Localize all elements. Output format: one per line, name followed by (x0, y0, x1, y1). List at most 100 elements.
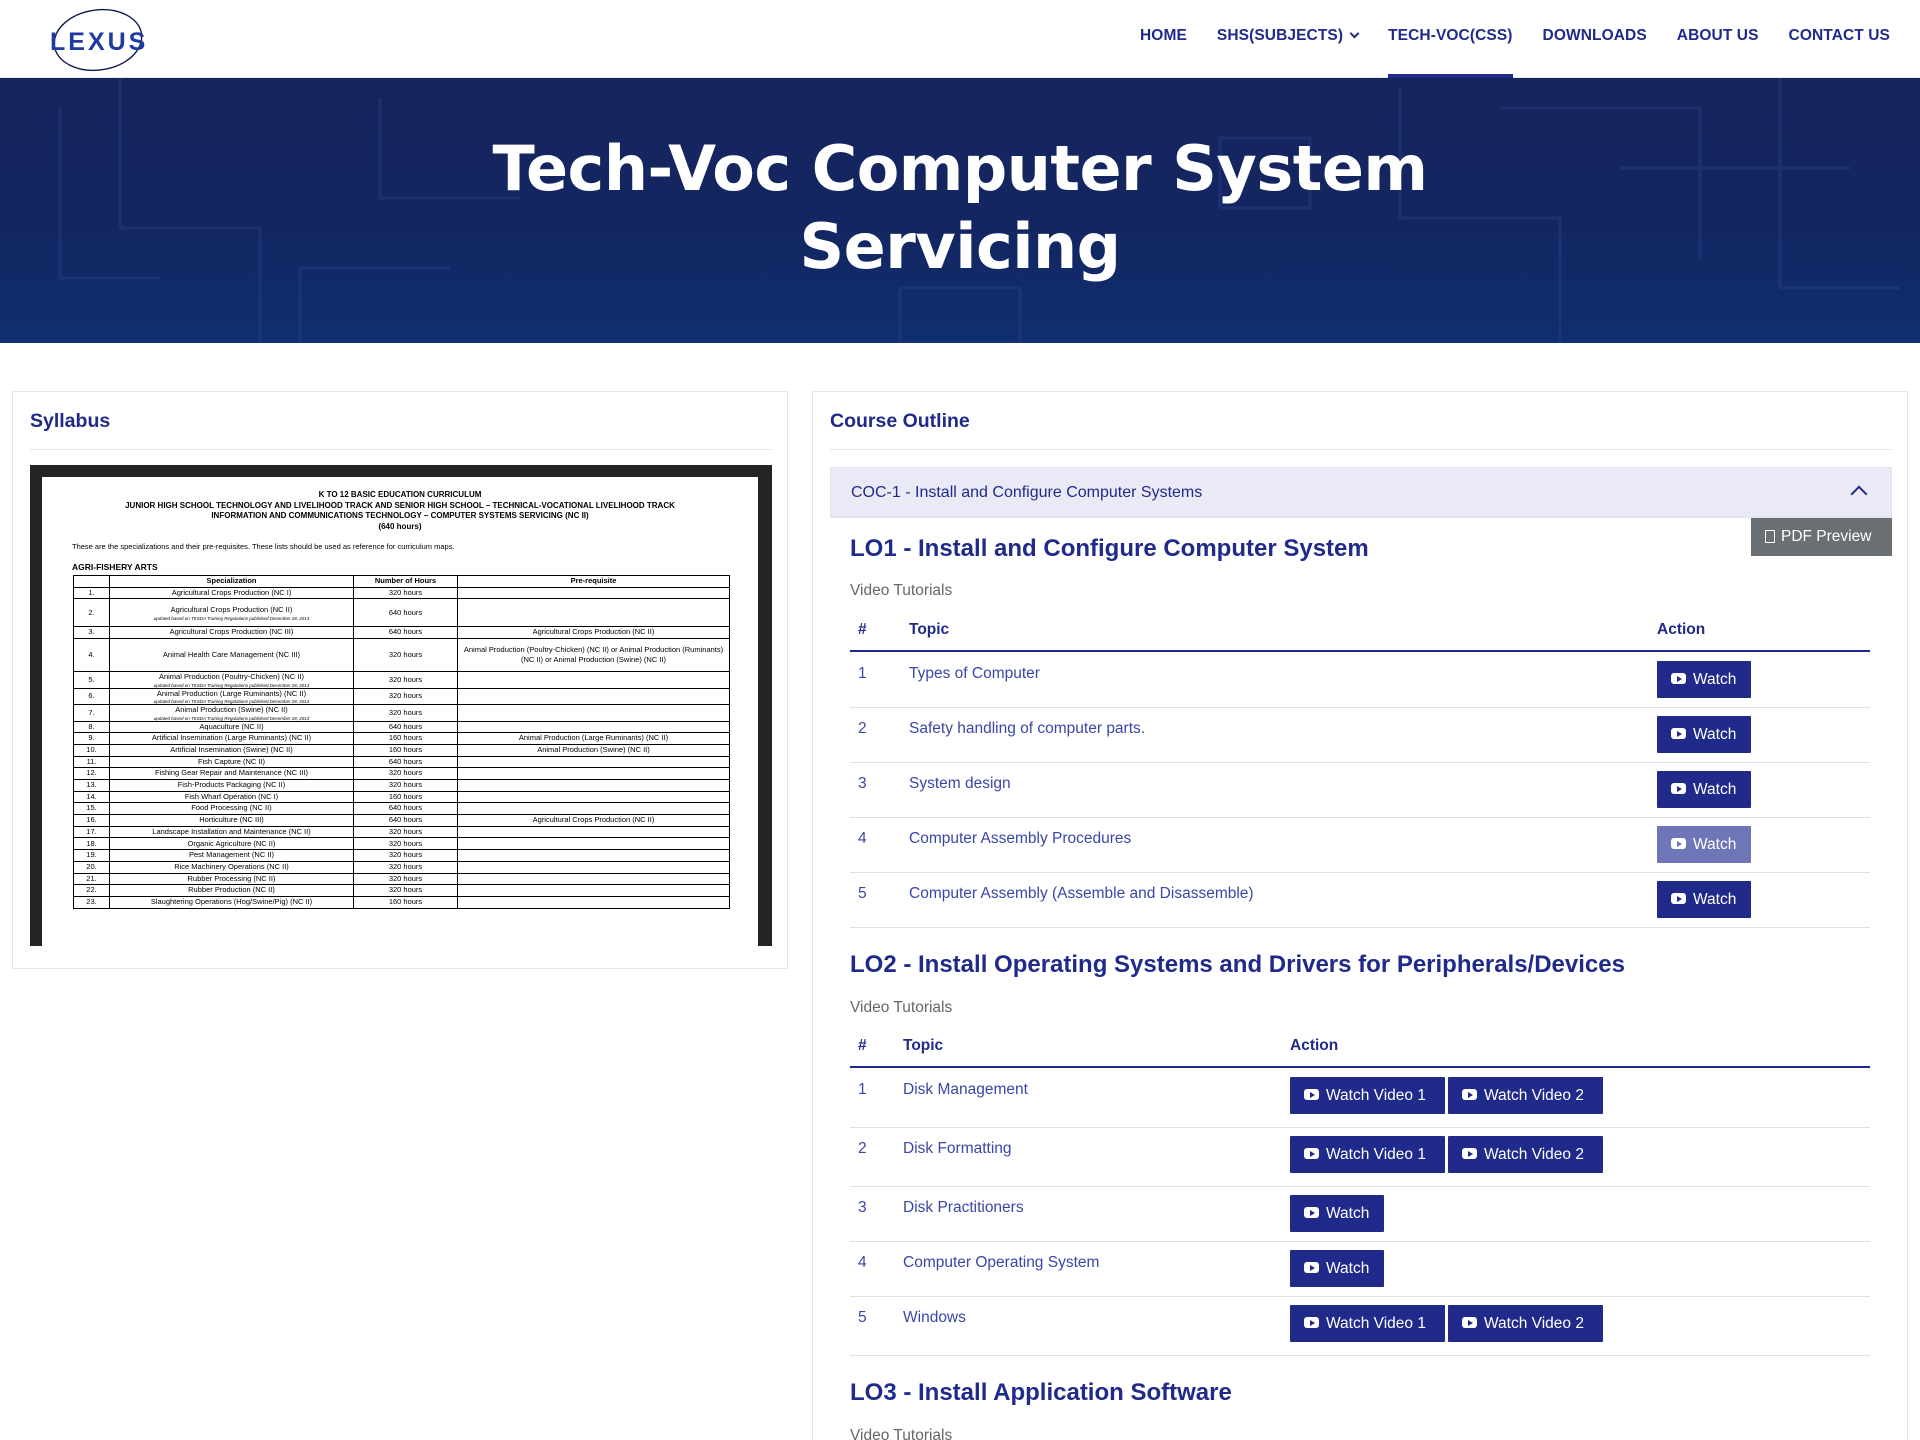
watch-button[interactable]: Watch (1290, 1195, 1384, 1232)
button-label: Watch (1693, 891, 1737, 908)
topic-link[interactable]: Disk Management (903, 1081, 1028, 1099)
doc-table-cell (457, 586, 730, 600)
lo1-header-rule (850, 650, 1870, 652)
watch-video-2-button[interactable]: Watch Video 2 (1448, 1077, 1603, 1114)
lexus-logo[interactable]: LEXUS (44, 6, 164, 72)
syllabus-document-preview[interactable]: K TO 12 BASIC EDUCATION CURRICULUM JUNIO… (30, 465, 772, 946)
nav-home[interactable]: HOME (1140, 0, 1187, 78)
row-number: 4 (858, 830, 867, 847)
doc-table-cell: 4. (73, 638, 110, 673)
doc-table-cell: 14. (73, 790, 110, 804)
doc-table-cell: 320 hours (353, 825, 458, 839)
doc-table-cell: 23. (73, 895, 110, 909)
topic-link[interactable]: Computer Assembly (Assemble and Disassem… (909, 885, 1254, 903)
watch-video-1-button[interactable]: Watch Video 1 (1290, 1136, 1445, 1173)
watch-video-2-button[interactable]: Watch Video 2 (1448, 1136, 1603, 1173)
accordion-coc1-header[interactable]: COC-1 - Install and Configure Computer S… (830, 467, 1892, 518)
topic-link[interactable]: Disk Formatting (903, 1140, 1012, 1158)
doc-table-cell (457, 720, 730, 734)
doc-table-cell: Agricultural Crops Production (NC II) (457, 814, 730, 827)
doc-update-note: updated based on TESDA Training Regulati… (153, 682, 310, 688)
doc-table-row: 22. Rubber Production (NC II) 320 hours (73, 884, 730, 897)
doc-table-cell: Rice Machinery Operations (NC II) (109, 860, 354, 874)
watch-button[interactable]: Watch (1657, 661, 1751, 698)
doc-table-cell: 19. (73, 849, 110, 862)
doc-table-cell: 20. (73, 860, 110, 874)
doc-table-cell: 10. (73, 743, 110, 757)
watch-video-1-button[interactable]: Watch Video 1 (1290, 1305, 1445, 1342)
doc-table-row: 15. Food Processing (NC II) 640 hours (73, 802, 730, 816)
doc-table-row: 1. Agricultural Crops Production (NC I) 32… (73, 586, 730, 600)
topic-link[interactable]: Disk Practitioners (903, 1199, 1024, 1217)
youtube-icon (1671, 838, 1686, 849)
doc-table-cell: Pest Management (NC II) (109, 849, 354, 862)
document-page: K TO 12 BASIC EDUCATION CURRICULUM JUNIO… (42, 477, 758, 946)
doc-table-cell: 22. (73, 884, 110, 897)
doc-head-3: INFORMATION AND COMMUNICATIONS TECHNOLOG… (211, 511, 589, 520)
nav-downloads[interactable]: DOWNLOADS (1543, 0, 1647, 78)
doc-table-cell: 160 hours (353, 732, 458, 745)
nav-shs-subjects[interactable]: SHS(SUBJECTS) (1217, 0, 1360, 78)
watch-video-2-button[interactable]: Watch Video 2 (1448, 1305, 1603, 1342)
doc-table-cell (457, 790, 730, 804)
row-divider (850, 1355, 1870, 1356)
youtube-icon (1304, 1089, 1319, 1100)
watch-button[interactable]: Watch (1657, 826, 1751, 863)
doc-col-prereq: Pre-requisite (457, 575, 730, 588)
doc-table-cell: Food Processing (NC II) (109, 802, 354, 816)
button-label: Watch Video 1 (1326, 1087, 1426, 1104)
lo2-col-topic: Topic (903, 1037, 944, 1054)
watch-button[interactable]: Watch (1657, 771, 1751, 808)
lo1-col-num: # (858, 621, 867, 638)
doc-table-row: 3. Agricultural Crops Production (NC III)… (73, 626, 730, 640)
lo1-title: LO1 - Install and Configure Computer Sys… (850, 535, 1369, 562)
course-outline-title: Course Outline (830, 410, 970, 432)
doc-table-cell (457, 704, 730, 722)
doc-table-cell: Animal Production (Large Ruminants) (NC … (457, 732, 730, 745)
watch-button[interactable]: Watch (1657, 716, 1751, 753)
doc-table-cell: 18. (73, 837, 110, 851)
topic-link[interactable]: Types of Computer (909, 665, 1040, 683)
youtube-icon (1671, 728, 1686, 739)
syllabus-panel: Syllabus K TO 12 BASIC EDUCATION CURRICU… (12, 391, 788, 969)
doc-table-cell: 320 hours (353, 837, 458, 851)
doc-table-cell: Rubber Processing (NC II) (109, 872, 354, 886)
document-header: K TO 12 BASIC EDUCATION CURRICULUM JUNIO… (42, 490, 758, 532)
pdf-file-icon (1765, 530, 1775, 543)
topic-link[interactable]: Windows (903, 1309, 966, 1327)
doc-table-cell: 320 hours (353, 586, 458, 600)
topic-link[interactable]: Computer Operating System (903, 1254, 1099, 1272)
doc-table-cell: Fishing Gear Repair and Maintenance (NC … (109, 767, 354, 780)
doc-table-row: 14. Fish Wharf Operation (NC I) 160 hours (73, 790, 730, 804)
youtube-icon (1304, 1207, 1319, 1218)
doc-table-cell: Fish-Products Packaging (NC II) (109, 779, 354, 792)
doc-table-cell: 320 hours (353, 872, 458, 886)
topic-link[interactable]: System design (909, 775, 1011, 793)
watch-button[interactable]: Watch (1657, 881, 1751, 918)
lo3-video-tutorials-label: Video Tutorials (850, 1427, 953, 1440)
row-divider (850, 707, 1870, 708)
watch-video-1-button[interactable]: Watch Video 1 (1290, 1077, 1445, 1114)
doc-table-row: 10. Artificial Insemination (Swine) (NC I… (73, 743, 730, 757)
nav-contact-us[interactable]: CONTACT US (1789, 0, 1890, 78)
watch-button[interactable]: Watch (1290, 1250, 1384, 1287)
nav-about-us[interactable]: ABOUT US (1677, 0, 1759, 78)
doc-table-cell: Horticulture (NC III) (109, 814, 354, 827)
pdf-preview-button[interactable]: PDF Preview (1751, 518, 1892, 556)
nav-tech-voc[interactable]: TECH-VOC(CSS) (1388, 0, 1513, 78)
topic-link[interactable]: Safety handling of computer parts. (909, 720, 1145, 738)
button-label: Watch (1693, 726, 1737, 743)
youtube-icon (1304, 1148, 1319, 1159)
doc-table-cell: 640 hours (353, 802, 458, 816)
doc-table-cell (457, 895, 730, 909)
button-label: Watch (1693, 671, 1737, 688)
doc-table-cell: 21. (73, 872, 110, 886)
lo1-col-topic: Topic (909, 621, 950, 638)
doc-table-cell: Agricultural Crops Production (NC III) (109, 626, 354, 640)
doc-table-cell: Organic Agriculture (NC II) (109, 837, 354, 851)
topic-link[interactable]: Computer Assembly Procedures (909, 830, 1131, 848)
row-divider (850, 1241, 1870, 1242)
nav-menu: HOME SHS(SUBJECTS) TECH-VOC(CSS) DOWNLOA… (1110, 0, 1890, 78)
divider (830, 449, 1892, 450)
doc-table-row: 11. Fish Capture (NC II) 640 hours (73, 755, 730, 769)
